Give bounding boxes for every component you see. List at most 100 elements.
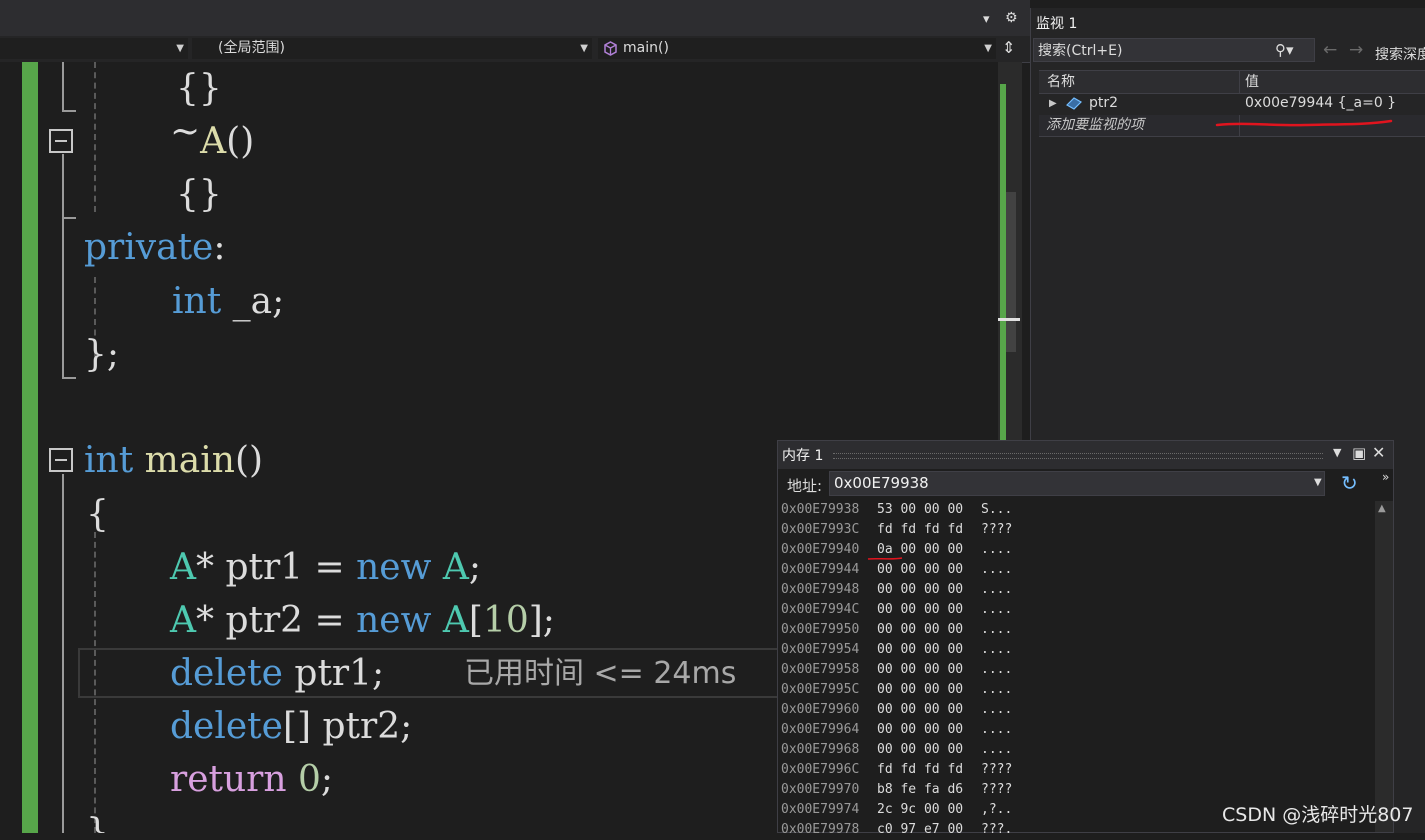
memory-hex[interactable]: 2c 9c 00 00 bbox=[877, 800, 981, 820]
memory-row[interactable]: 0x00E7994C 00 00 00 00.... bbox=[781, 600, 1012, 620]
memory-address: 0x00E79978 bbox=[781, 822, 860, 837]
watch-row[interactable]: ▶ ptr2 0x00e79944 {_a=0 } bbox=[1039, 93, 1425, 114]
code-token: int bbox=[84, 440, 134, 481]
memory-row[interactable]: 0x00E79948 00 00 00 00.... bbox=[781, 580, 1012, 600]
forward-arrow-icon[interactable]: → bbox=[1349, 40, 1363, 60]
memory-hex[interactable]: b8 fe fa d6 bbox=[877, 780, 981, 800]
memory-chars: ???? bbox=[981, 762, 1013, 777]
memory-hex[interactable]: 00 00 00 00 bbox=[877, 700, 981, 720]
memory-chars: ,?.. bbox=[981, 802, 1013, 817]
memory-scrollbar[interactable]: ▲ bbox=[1375, 501, 1393, 832]
memory-chars: ???? bbox=[981, 782, 1013, 797]
divider bbox=[1039, 136, 1425, 137]
memory-row[interactable]: 0x00E79964 00 00 00 00.... bbox=[781, 720, 1012, 740]
red-annotation-underline bbox=[867, 557, 903, 560]
memory-chars: .... bbox=[981, 582, 1013, 597]
code-token: ]; bbox=[528, 600, 555, 641]
code-line-current: delete ptr1; bbox=[170, 647, 384, 700]
memory-row[interactable]: 0x00E79974 2c 9c 00 00,?.. bbox=[781, 800, 1012, 820]
code-token: new bbox=[356, 600, 432, 641]
watch-item-name: ptr2 bbox=[1089, 95, 1119, 111]
drag-grip[interactable] bbox=[833, 453, 1323, 459]
memory-hex[interactable]: 00 00 00 00 bbox=[877, 680, 981, 700]
watch-search-input[interactable]: 搜索(Ctrl+E) bbox=[1033, 38, 1315, 62]
code-token: ~ bbox=[170, 111, 201, 152]
member-dropdown[interactable]: main() ▼ bbox=[598, 38, 996, 59]
memory-row[interactable]: 0x00E79978 c0 97 e7 00???. bbox=[781, 820, 1012, 840]
add-watch-placeholder[interactable]: 添加要监视的项 bbox=[1046, 115, 1144, 136]
perf-tip[interactable]: 已用时间 <= 24ms bbox=[464, 652, 736, 696]
memory-row[interactable]: 0x00E79968 00 00 00 00.... bbox=[781, 740, 1012, 760]
memory-chars: .... bbox=[981, 642, 1013, 657]
red-annotation-underline bbox=[1215, 119, 1393, 127]
memory-hex[interactable]: 53 00 00 00 bbox=[877, 500, 981, 520]
refresh-icon[interactable]: ↻ bbox=[1341, 471, 1358, 495]
outline-line bbox=[62, 62, 64, 112]
memory-hex[interactable]: 00 00 00 00 bbox=[877, 660, 981, 680]
col-name-header[interactable]: 名称 bbox=[1047, 71, 1075, 93]
close-icon[interactable]: ✕ bbox=[1372, 443, 1385, 462]
scrollbar-thumb[interactable] bbox=[1006, 192, 1016, 352]
memory-hex[interactable]: c0 97 e7 00 bbox=[877, 820, 981, 840]
code-line: }; bbox=[84, 328, 119, 381]
code-token: : bbox=[213, 227, 226, 268]
memory-hex[interactable]: fd fd fd fd bbox=[877, 760, 981, 780]
indent-guide bbox=[94, 62, 96, 212]
memory-row[interactable]: 0x00E79960 00 00 00 00.... bbox=[781, 700, 1012, 720]
memory-row[interactable]: 0x00E79970 b8 fe fa d6???? bbox=[781, 780, 1012, 800]
memory-address: 0x00E79974 bbox=[781, 802, 860, 817]
collapse-toggle-main[interactable] bbox=[49, 448, 73, 472]
memory-row[interactable]: 0x00E7996C fd fd fd fd???? bbox=[781, 760, 1012, 780]
maximize-icon[interactable]: ▣ bbox=[1352, 444, 1366, 462]
window-menu-dropdown-icon[interactable]: ▼ bbox=[1333, 446, 1341, 459]
memory-row[interactable]: 0x00E79938 53 00 00 00 S... bbox=[781, 500, 1012, 520]
outline-line bbox=[62, 217, 76, 219]
code-token: } bbox=[86, 812, 109, 833]
memory-hex[interactable]: 00 00 00 00 bbox=[877, 620, 981, 640]
code-token: () bbox=[234, 440, 264, 481]
col-value-header[interactable]: 值 bbox=[1245, 71, 1259, 93]
memory-row[interactable]: 0x00E79950 00 00 00 00.... bbox=[781, 620, 1012, 640]
memory-row[interactable]: 0x00E7995C 00 00 00 00.... bbox=[781, 680, 1012, 700]
search-icon[interactable]: ⚲▾ bbox=[1275, 41, 1294, 59]
scrollbar-position-marker bbox=[998, 318, 1020, 321]
memory-hex[interactable]: 00 00 00 00 bbox=[877, 560, 981, 580]
overflow-menu-icon[interactable]: » bbox=[1382, 470, 1389, 484]
memory-hex[interactable]: fd fd fd fd bbox=[877, 520, 981, 540]
expand-arrow-icon[interactable]: ▶ bbox=[1049, 93, 1057, 114]
outline-line bbox=[62, 217, 64, 379]
scope-dropdown[interactable]: (全局范围) ▼ bbox=[192, 38, 592, 59]
memory-row[interactable]: 0x00E7993C fd fd fd fd???? bbox=[781, 520, 1012, 540]
variable-icon bbox=[1066, 97, 1082, 110]
back-arrow-icon[interactable]: ← bbox=[1323, 40, 1337, 60]
memory-hex[interactable]: 00 00 00 00 bbox=[877, 600, 981, 620]
code-token: }; bbox=[84, 334, 120, 375]
gear-icon[interactable]: ⚙ bbox=[1005, 10, 1018, 26]
memory-row[interactable]: 0x00E79940 0a 00 00 00.... bbox=[781, 540, 1012, 560]
memory-row[interactable]: 0x00E79958 00 00 00 00.... bbox=[781, 660, 1012, 680]
memory-address: 0x00E7994C bbox=[781, 602, 860, 617]
memory-hex[interactable]: 00 00 00 00 bbox=[877, 720, 981, 740]
memory-hex[interactable]: 00 00 00 00 bbox=[877, 640, 981, 660]
project-dropdown[interactable]: ▼ bbox=[0, 38, 188, 59]
address-label: 地址: bbox=[787, 477, 823, 495]
memory-chars: .... bbox=[981, 742, 1013, 757]
collapse-toggle-destructor[interactable] bbox=[49, 129, 73, 153]
code-token: new bbox=[356, 547, 432, 588]
watch-item-value[interactable]: 0x00e79944 {_a=0 } bbox=[1245, 93, 1396, 114]
memory-chars: .... bbox=[981, 562, 1013, 577]
code-token: _a; bbox=[221, 281, 285, 322]
split-editor-icon[interactable]: ⇕ bbox=[1002, 38, 1015, 57]
code-token: [] ptr2; bbox=[282, 706, 413, 747]
search-depth-label[interactable]: 搜索深度 bbox=[1375, 44, 1425, 64]
memory-row[interactable]: 0x00E79954 00 00 00 00.... bbox=[781, 640, 1012, 660]
memory-titlebar[interactable]: 内存 1 ▼ ▣ ✕ bbox=[778, 441, 1393, 469]
window-menu-dropdown-icon[interactable]: ▾ bbox=[983, 12, 990, 27]
memory-hex[interactable]: 00 00 00 00 bbox=[877, 740, 981, 760]
chevron-down-icon[interactable]: ▼ bbox=[1314, 477, 1322, 488]
scroll-up-icon[interactable]: ▲ bbox=[1378, 503, 1386, 514]
code-token: ; bbox=[468, 547, 482, 588]
column-divider[interactable] bbox=[1239, 71, 1240, 93]
address-input[interactable]: 0x00E79938 bbox=[829, 471, 1325, 496]
memory-hex[interactable]: 00 00 00 00 bbox=[877, 580, 981, 600]
